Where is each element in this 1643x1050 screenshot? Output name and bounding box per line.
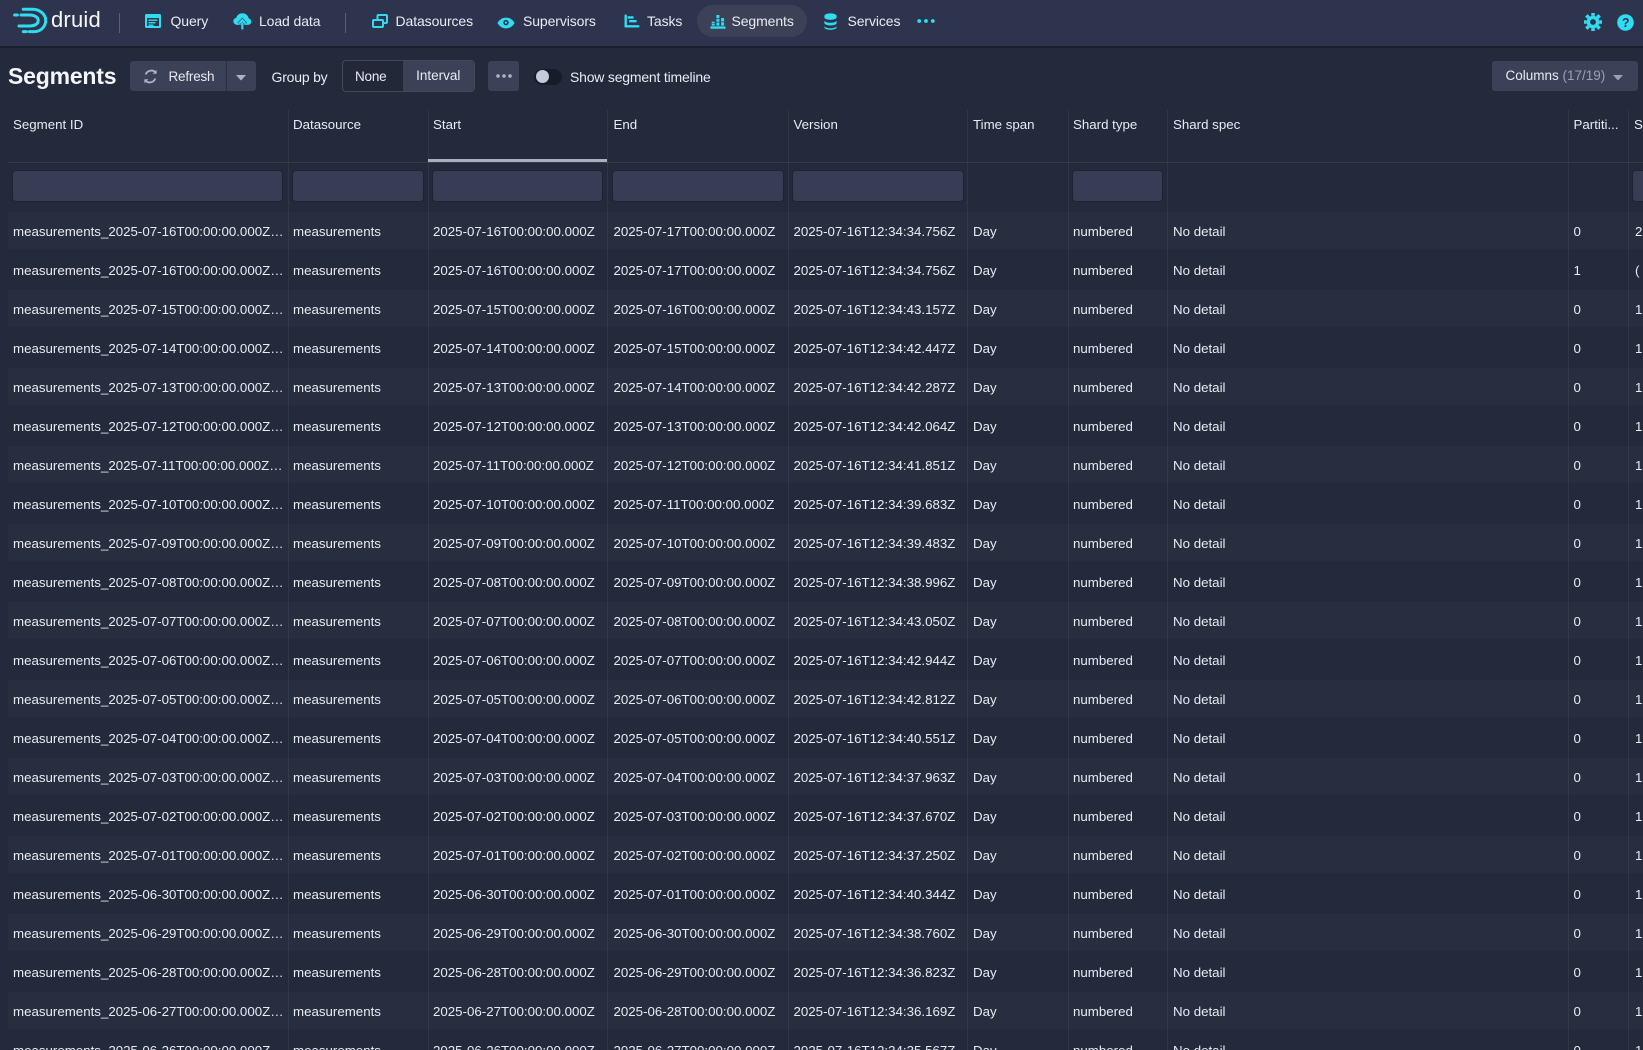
svg-text:?: ? <box>1621 15 1629 29</box>
